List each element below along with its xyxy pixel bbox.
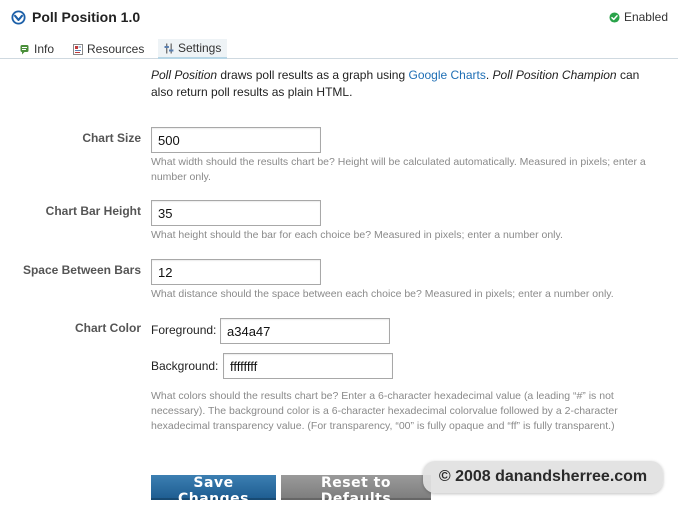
bar-height-input[interactable] bbox=[151, 200, 321, 226]
bar-space-help: What distance should the space between e… bbox=[151, 288, 614, 300]
chart-color-label: Chart Color bbox=[75, 321, 141, 335]
background-color-input[interactable] bbox=[223, 353, 393, 379]
bar-height-help: What height should the bar for each choi… bbox=[151, 229, 563, 241]
intro-text: Poll Position draws poll results as a gr… bbox=[151, 67, 651, 101]
background-label: Background: bbox=[151, 359, 219, 373]
bar-space-input[interactable] bbox=[151, 259, 321, 285]
intro-plugin-name: Poll Position bbox=[151, 68, 218, 82]
tab-settings-label: Settings bbox=[178, 41, 222, 55]
tab-resources[interactable]: Resources bbox=[71, 39, 146, 59]
chart-size-label: Chart Size bbox=[82, 131, 141, 145]
foreground-label: Foreground: bbox=[151, 323, 217, 337]
chart-color-help: What colors should the results chart be?… bbox=[151, 390, 618, 432]
intro-text-part: . bbox=[485, 68, 493, 82]
tab-info[interactable]: Info bbox=[18, 39, 56, 59]
foreground-color-input[interactable] bbox=[220, 318, 390, 344]
intro-champion-name: Poll Position Champion bbox=[492, 68, 617, 82]
reset-defaults-button[interactable]: Reset to Defaults bbox=[281, 475, 431, 507]
settings-icon bbox=[164, 43, 174, 53]
tab-bar: Info Resources Settings bbox=[0, 36, 678, 59]
save-changes-button[interactable]: Save Changes bbox=[151, 475, 276, 507]
resources-icon bbox=[73, 43, 83, 55]
plugin-settings-panel: Poll Position 1.0 Enabled Info Resources… bbox=[0, 0, 678, 509]
chart-size-help: What width should the results chart be? … bbox=[151, 156, 646, 183]
google-charts-link[interactable]: Google Charts bbox=[408, 68, 485, 82]
bar-height-label: Chart Bar Height bbox=[45, 204, 141, 218]
tab-info-label: Info bbox=[34, 42, 55, 56]
status-indicator: Enabled bbox=[609, 10, 668, 24]
status-text: Enabled bbox=[623, 10, 668, 24]
copyright-watermark: © 2008 danandsherree.com bbox=[423, 461, 663, 493]
plugin-title: Poll Position 1.0 bbox=[32, 9, 141, 25]
enabled-check-icon bbox=[609, 11, 620, 23]
info-icon bbox=[20, 44, 29, 54]
tab-resources-label: Resources bbox=[87, 42, 145, 56]
intro-text-part: draws poll results as a graph using bbox=[217, 68, 409, 82]
plugin-logo-icon bbox=[11, 10, 26, 25]
tab-settings[interactable]: Settings bbox=[158, 39, 228, 59]
bar-space-label: Space Between Bars bbox=[22, 263, 141, 277]
plugin-header: Poll Position 1.0 Enabled bbox=[0, 0, 678, 36]
chart-size-input[interactable] bbox=[151, 127, 321, 153]
